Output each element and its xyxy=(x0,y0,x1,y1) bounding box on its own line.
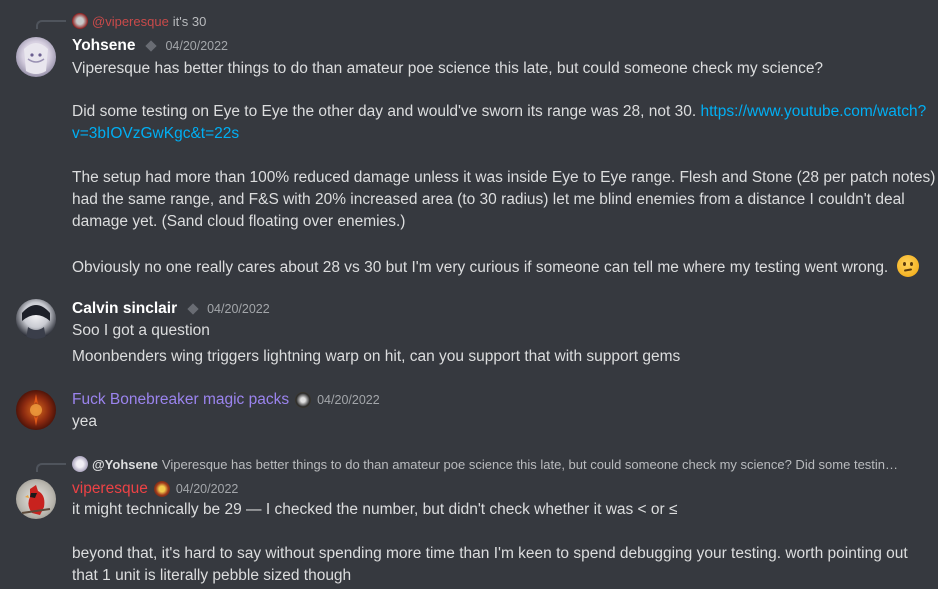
diamond-badge-icon xyxy=(145,40,158,52)
diamond-badge-icon xyxy=(187,303,199,315)
avatar[interactable] xyxy=(16,299,56,339)
message-header: Yohsene 04/20/2022 xyxy=(72,35,228,57)
message-header: viperesque 04/20/2022 xyxy=(72,478,238,500)
message-line: Obviously no one really cares about 28 v… xyxy=(72,255,919,279)
thinking-face-emoji[interactable] xyxy=(896,255,919,277)
message-line: beyond that, it's hard to say without sp… xyxy=(72,545,908,562)
message-line: Viperesque has better things to do than … xyxy=(72,60,824,77)
message-line: it might technically be 29 — I checked t… xyxy=(72,501,678,518)
reply-spine xyxy=(36,463,66,472)
message-line: that 1 unit is literally pebble sized th… xyxy=(72,567,352,584)
username[interactable]: Fuck Bonebreaker magic packs xyxy=(72,391,289,409)
username[interactable]: Calvin sinclair xyxy=(72,300,177,318)
message-text: Did some testing on Eye to Eye the other… xyxy=(72,103,697,120)
message-line: Soo I got a question xyxy=(72,322,210,339)
message-line: yea xyxy=(72,413,97,430)
timestamp[interactable]: 04/20/2022 xyxy=(207,302,270,316)
username[interactable]: viperesque xyxy=(72,480,148,498)
timestamp[interactable]: 04/20/2022 xyxy=(165,39,228,53)
avatar[interactable] xyxy=(16,37,56,77)
message-header: Calvin sinclair 04/20/2022 xyxy=(72,298,270,320)
message-header: Fuck Bonebreaker magic packs 04/20/2022 xyxy=(72,389,380,411)
message-line: damage yet. (Sand cloud floating over en… xyxy=(72,213,406,230)
timestamp[interactable]: 04/20/2022 xyxy=(176,482,239,496)
role-icon xyxy=(153,481,170,497)
avatar[interactable] xyxy=(16,479,56,519)
message-line: Did some testing on Eye to Eye the other… xyxy=(72,101,926,123)
reply-preview[interactable]: @Yohsene Viperesque has better things to… xyxy=(72,455,902,473)
message-line: The setup had more than 100% reduced dam… xyxy=(72,169,936,186)
avatar-art xyxy=(30,394,42,426)
reply-spine xyxy=(36,20,66,29)
reply-mention[interactable]: @Yohsene xyxy=(92,457,158,472)
reply-avatar xyxy=(72,13,88,29)
username[interactable]: Yohsene xyxy=(72,37,135,55)
message-line: Moonbenders wing triggers lightning warp… xyxy=(72,348,681,365)
reply-text: it's 30 xyxy=(172,13,207,29)
avatar-art xyxy=(22,305,50,339)
youtube-link[interactable]: https://www.youtube.com/watch? xyxy=(701,103,927,120)
message-text: Obviously no one really cares about 28 v… xyxy=(72,259,889,276)
role-icon xyxy=(295,392,312,408)
cardinal-avatar-icon xyxy=(21,485,51,515)
avatar[interactable] xyxy=(16,390,56,430)
reply-text: Viperesque has better things to do than … xyxy=(161,456,902,472)
message-line: had the same range, and F&S with 20% inc… xyxy=(72,191,905,208)
youtube-link-continued[interactable]: v=3bIOVzGwKgc&t=22s xyxy=(72,123,239,145)
reply-mention[interactable]: @viperesque xyxy=(92,14,169,29)
reply-avatar xyxy=(72,456,88,472)
timestamp[interactable]: 04/20/2022 xyxy=(317,393,380,407)
reply-preview[interactable]: @viperesque it's 30 xyxy=(72,12,206,30)
avatar-art xyxy=(24,43,48,74)
